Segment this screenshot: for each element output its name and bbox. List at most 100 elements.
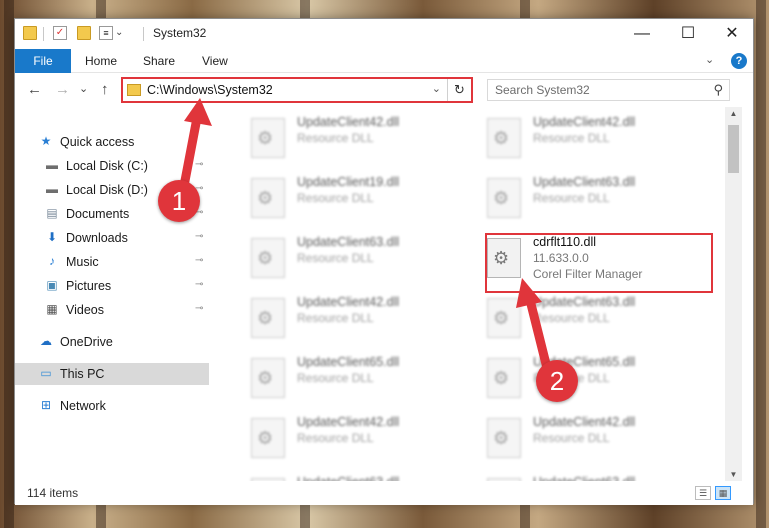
file-name: UpdateClient42.dll (297, 295, 400, 309)
sidebar-item-label: OneDrive (60, 335, 113, 349)
sidebar-item[interactable]: ☁ OneDrive (15, 331, 209, 353)
recent-locations-button[interactable]: ⌄ (79, 82, 88, 95)
new-folder-icon[interactable] (77, 26, 91, 40)
sidebar-item-label: Network (60, 399, 106, 413)
download-icon: ⬇ (46, 230, 58, 244)
sidebar-item[interactable]: ⊞ Network (15, 395, 209, 417)
pin-icon[interactable]: ⊸ (195, 159, 203, 170)
sidebar-item-label: Music (66, 255, 99, 269)
forward-button[interactable]: → (55, 81, 70, 98)
refresh-button[interactable]: ↻ (447, 79, 471, 101)
dll-file-icon: ⚙ (251, 118, 285, 158)
customize-toolbar-icon[interactable]: ≡ (99, 26, 113, 40)
navigation-bar: ← → ⌄ ↑ C:\Windows\System32 ⌄ ↻ Search S… (15, 74, 753, 106)
sidebar-item-label: Downloads (66, 231, 128, 245)
sidebar-item-label: Quick access (60, 135, 135, 149)
sidebar-item[interactable]: ▬ Local Disk (C:) ⊸ (15, 155, 209, 177)
file-item[interactable]: ⚙UpdateClient65.dllResource DLL (239, 351, 459, 403)
maximize-button[interactable]: ☐ (665, 19, 711, 49)
file-item[interactable]: ⚙ UpdateClient63.dll Resource DLL (475, 291, 695, 343)
file-name: UpdateClient63.dll (533, 175, 636, 189)
pin-icon[interactable]: ⊸ (195, 255, 203, 266)
up-button[interactable]: ↑ (101, 81, 109, 98)
gear-icon: ⚙ (493, 128, 510, 148)
dll-file-icon: ⚙ (251, 238, 285, 278)
navigation-pane: ★ Quick access ▬ Local Disk (C:) ⊸ ▬ Local Dis… (15, 107, 209, 481)
computer-icon: ▭ (40, 366, 52, 380)
file-item[interactable]: ⚙ UpdateClient42.dll Resource DLL (239, 111, 459, 163)
pin-icon[interactable]: ⊸ (195, 303, 203, 314)
tab-view[interactable]: View (202, 49, 228, 73)
search-icon[interactable]: ⚲ (713, 82, 723, 98)
properties-icon[interactable]: ✓ (53, 26, 67, 40)
file-name: UpdateClient19.dll (297, 175, 400, 189)
vertical-scrollbar[interactable]: ▲ ▼ (725, 107, 742, 481)
file-name: UpdateClient42.dll (297, 415, 400, 429)
back-button[interactable]: ← (27, 81, 42, 98)
file-item[interactable]: ⚙ UpdateClient42.dll Resource DLL (475, 411, 695, 463)
file-item[interactable]: ⚙UpdateClient63.dllResource DLL (475, 471, 695, 481)
sidebar-item[interactable]: ★ Quick access (15, 131, 209, 153)
sidebar-item[interactable]: ▭ This PC (15, 363, 209, 385)
sidebar-item-label: Local Disk (C:) (66, 159, 148, 173)
divider (43, 27, 44, 41)
file-item[interactable]: ⚙UpdateClient63.dllResource DLL (239, 471, 459, 481)
status-bar: 114 items ☰ ▦ (15, 481, 753, 505)
cloud-icon: ☁ (40, 334, 52, 348)
scroll-up-button[interactable]: ▲ (725, 109, 742, 118)
file-item[interactable]: ⚙UpdateClient63.dllResource DLL (475, 171, 695, 223)
dll-file-icon: ⚙ (251, 298, 285, 338)
sidebar-item[interactable]: ▣ Pictures ⊸ (15, 275, 209, 297)
details-view-button[interactable]: ☰ (695, 486, 711, 500)
dll-file-icon: ⚙ (487, 418, 521, 458)
background-tree (756, 0, 766, 528)
search-placeholder: Search System32 (495, 83, 590, 97)
file-item[interactable]: ⚙UpdateClient65.dllResource DLL (475, 351, 695, 403)
star-icon: ★ (40, 134, 52, 148)
file-description: Resource DLL (533, 311, 610, 325)
pictures-icon: ▣ (46, 278, 58, 292)
close-button[interactable]: ✕ (709, 19, 755, 49)
gear-icon: ⚙ (257, 308, 274, 328)
file-description: Resource DLL (297, 311, 374, 325)
file-item[interactable]: ⚙ UpdateClient19.dll Resource DLL (239, 171, 459, 223)
toolbar-dropdown-icon[interactable]: ⌄ (115, 26, 129, 40)
videos-icon: ▦ (46, 302, 58, 316)
sidebar-item[interactable]: ⬇ Downloads ⊸ (15, 227, 209, 249)
item-count: 114 items (27, 486, 79, 500)
file-item[interactable]: ⚙ UpdateClient42.dll Resource DLL (239, 411, 459, 463)
ribbon-tabs: File Home Share View ⌄ ? (15, 49, 753, 73)
expand-ribbon-icon[interactable]: ⌄ (705, 53, 714, 66)
scroll-down-button[interactable]: ▼ (725, 470, 742, 479)
file-name: UpdateClient63.dll (533, 295, 636, 309)
search-input[interactable]: Search System32 ⚲ (487, 79, 730, 101)
file-explorer-window: ✓ ≡ ⌄ System32 — ☐ ✕ File Home Share Vie… (14, 18, 755, 505)
tiles-view-button[interactable]: ▦ (715, 486, 731, 500)
dll-file-icon: ⚙ (487, 178, 521, 218)
address-history-icon[interactable]: ⌄ (432, 82, 441, 95)
sidebar-item[interactable]: ▦ Videos ⊸ (15, 299, 209, 321)
tab-file[interactable]: File (15, 49, 71, 73)
sidebar-item-label: Pictures (66, 279, 112, 293)
address-bar[interactable]: C:\Windows\System32 ⌄ ↻ (121, 77, 473, 103)
pin-icon[interactable]: ⊸ (195, 279, 203, 290)
file-item[interactable]: ⚙ UpdateClient42.dll Resource DLL (239, 291, 459, 343)
scroll-thumb[interactable] (728, 125, 739, 173)
background-tree (4, 0, 14, 528)
dll-file-icon: ⚙ (487, 298, 521, 338)
address-path[interactable]: C:\Windows\System32 (147, 83, 273, 97)
tab-share[interactable]: Share (143, 49, 175, 73)
gear-icon: ⚙ (493, 188, 510, 208)
window-title: System32 (153, 26, 207, 40)
file-item[interactable]: ⚙ UpdateClient42.dll Resource DLL (475, 111, 695, 163)
pin-icon[interactable]: ⊸ (195, 231, 203, 242)
annotation-marker-1: 1 (158, 180, 200, 222)
minimize-button[interactable]: — (619, 19, 665, 49)
sidebar-item[interactable]: ♪ Music ⊸ (15, 251, 209, 273)
tab-home[interactable]: Home (85, 49, 117, 73)
file-item[interactable]: ⚙UpdateClient63.dllResource DLL (239, 231, 459, 283)
file-description: Resource DLL (533, 431, 610, 445)
gear-icon: ⚙ (493, 308, 510, 328)
help-icon[interactable]: ? (731, 53, 747, 69)
dll-file-icon: ⚙ (251, 178, 285, 218)
